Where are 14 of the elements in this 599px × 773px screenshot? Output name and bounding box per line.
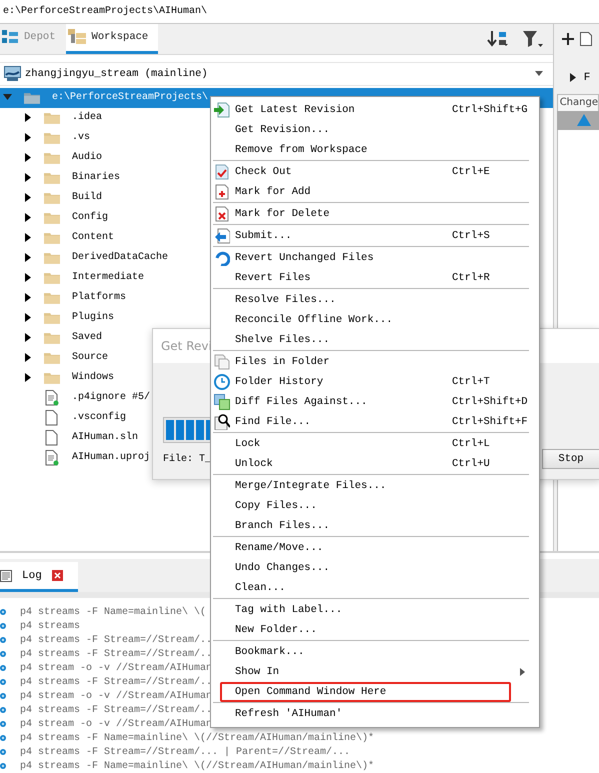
log-entry: p4 streams -F Name=mainline\ \(//Stream/AIHuman/mainline\)* [20, 732, 374, 744]
log-entry: p4 stream -o -v //Stream/AIHuman [20, 718, 212, 730]
log-entry: p4 stream -o -v //Stream/AIHuman [20, 662, 212, 674]
log-entry: p4 streams [20, 620, 80, 632]
section-label: F [584, 72, 590, 84]
log-entry: p4 streams -F Stream=//Stream/... | Parent=//Stream/... [20, 746, 350, 758]
log-entry: p4 streams -F Stream=//Stream/.. [20, 704, 212, 716]
log-entry: p4 streams -F Name=mainline\ \(//Stream/AIHuman/mainline\)* [20, 760, 374, 772]
log-entry: p4 streams -F Stream=//Stream/.. [20, 648, 212, 660]
log-entry: p4 streams -F Stream=//Stream/.. [20, 676, 212, 688]
log-entry: p4 streams -F Name=mainline\ \( [20, 606, 206, 618]
log-entry: p4 stream -o -v //Stream/AIHuman [20, 690, 212, 702]
file-label: File: T_ [163, 454, 212, 464]
log-entry: p4 streams -F Stream=//Stream/.. [20, 634, 212, 646]
